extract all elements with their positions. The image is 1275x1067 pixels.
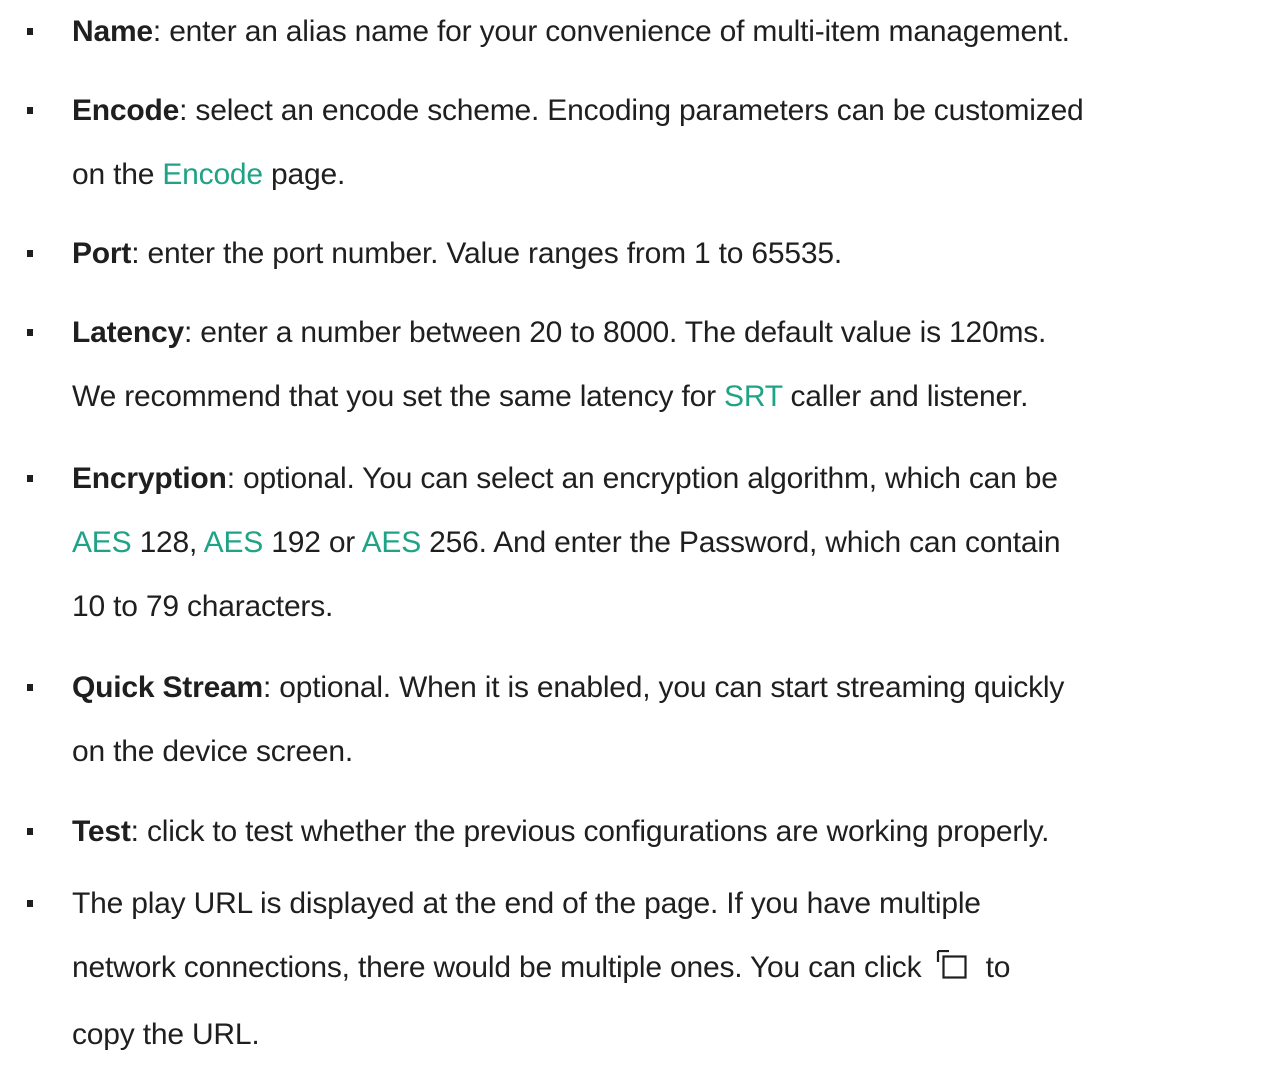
list-item-encode: Encode: select an encode scheme. Encodin…	[27, 79, 1267, 207]
term-encryption: Encryption	[72, 462, 227, 495]
bullet	[27, 684, 33, 691]
list-item-latency: Latency: enter a number between 20 to 80…	[27, 301, 1267, 429]
aes-link[interactable]: AES	[204, 526, 264, 559]
copy-icon[interactable]	[936, 939, 970, 1003]
description-end: 256. And enter the Password, which can c…	[421, 526, 1061, 559]
description-cont: on the device screen.	[72, 735, 353, 768]
description-end: page.	[262, 158, 346, 191]
term-latency: Latency	[72, 316, 184, 349]
aes-link[interactable]: AES	[72, 526, 132, 559]
aes-link[interactable]: AES	[362, 526, 422, 559]
term-name: Name	[72, 15, 153, 48]
description: : enter a number between 20 to 8000. The…	[183, 316, 1047, 349]
list-item-play-url: The play URL is displayed at the end of …	[27, 872, 1267, 1067]
list-item-quick-stream: Quick Stream: optional. When it is enabl…	[27, 656, 1267, 784]
description-cont: 10 to 79 characters.	[72, 590, 334, 623]
bullet	[27, 475, 33, 482]
description: : optional. You can select an encryption…	[226, 462, 1058, 495]
term-port: Port	[72, 237, 132, 270]
description-mid: 192 or	[263, 526, 362, 559]
bullet	[27, 900, 33, 907]
bullet	[27, 250, 33, 257]
bullet	[27, 329, 33, 336]
bullet	[27, 28, 33, 35]
description-end: to	[977, 951, 1011, 984]
list-item-port: Port: enter the port number. Value range…	[27, 222, 1267, 286]
description: : click to test whether the previous con…	[130, 815, 1050, 848]
description: : optional. When it is enabled, you can …	[263, 671, 1065, 704]
bullet	[27, 107, 33, 114]
description: : select an encode scheme. Encoding para…	[179, 94, 1084, 127]
description: The play URL is displayed at the end of …	[72, 887, 981, 920]
description-mid: 128,	[131, 526, 204, 559]
list-item-name: Name: enter an alias name for your conve…	[27, 0, 1267, 64]
description-cont: on the	[72, 158, 163, 191]
term-encode: Encode	[72, 94, 180, 127]
encode-link[interactable]: Encode	[162, 158, 263, 191]
description-cont: copy the URL.	[72, 1018, 260, 1051]
description-cont: We recommend that you set the same laten…	[72, 380, 725, 413]
description-cont: network connections, there would be mult…	[72, 951, 930, 984]
list-item-test: Test: click to test whether the previous…	[27, 800, 1267, 864]
description: : enter the port number. Value ranges fr…	[131, 237, 842, 270]
bullet	[27, 828, 33, 835]
list-item-encryption: Encryption: optional. You can select an …	[27, 447, 1267, 639]
description-end: caller and listener.	[782, 380, 1029, 413]
term-test: Test	[72, 815, 131, 848]
term-quick-stream: Quick Stream	[72, 671, 264, 704]
description: : enter an alias name for your convenien…	[152, 15, 1070, 48]
srt-link[interactable]: SRT	[724, 380, 783, 413]
